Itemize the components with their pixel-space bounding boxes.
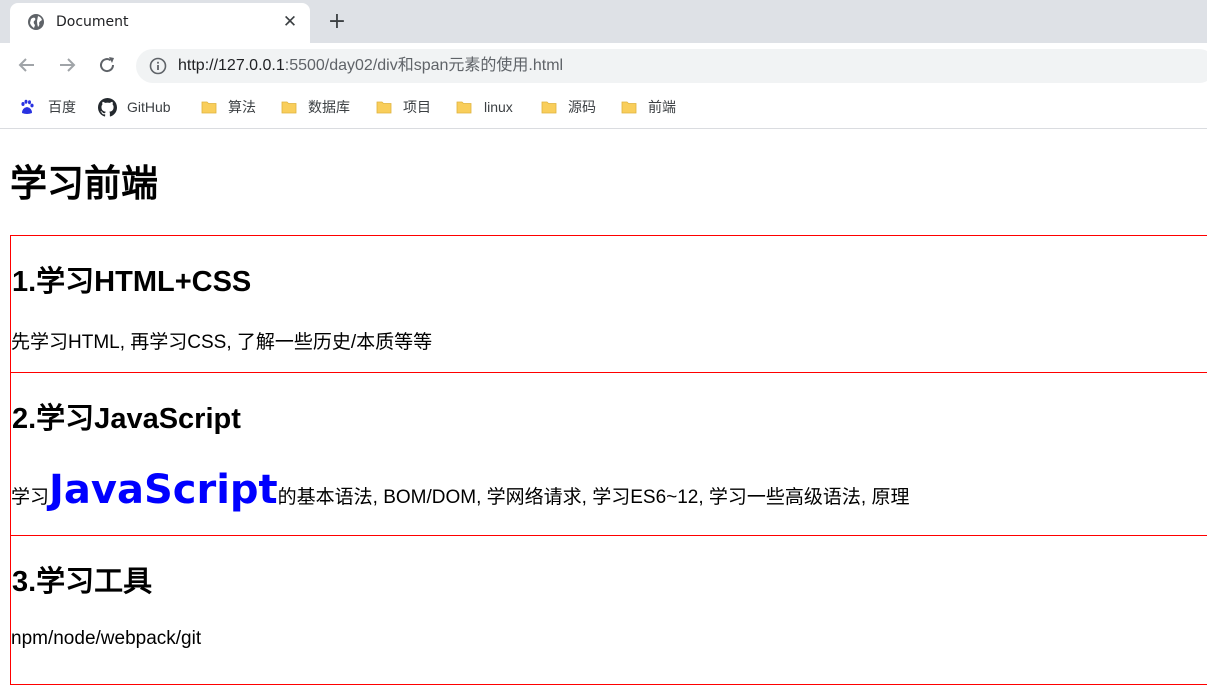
tab-strip: Document ✕ + — [0, 0, 1207, 43]
url-host: http://127.0.0.1 — [178, 57, 285, 74]
bookmark-baidu[interactable]: 百度 — [19, 96, 76, 118]
javascript-highlight: JavaScript — [49, 467, 278, 513]
bookmark-label: 百度 — [48, 99, 76, 115]
text-before: 学习 — [11, 487, 50, 508]
bookmark-label: 数据库 — [308, 99, 350, 115]
forward-arrow-icon — [60, 58, 76, 72]
bookmark-label: linux — [484, 99, 513, 115]
page-title: 学习前端 — [10, 162, 158, 205]
url-text[interactable]: http://127.0.0.1:5500/day02/div和span元素的使… — [178, 56, 563, 76]
forward-button[interactable] — [56, 54, 78, 76]
bookmark-folder-projects[interactable]: 项目 — [376, 96, 431, 118]
url-path: :5500/day02/div和span元素的使用.html — [284, 57, 564, 74]
section-heading: 2.学习JavaScript — [12, 403, 241, 435]
reload-icon — [100, 57, 115, 73]
info-icon[interactable] — [149, 57, 167, 75]
bookmark-label: 项目 — [403, 99, 431, 115]
section-text: 先学习HTML, 再学习CSS, 了解一些历史/本质等等 — [11, 332, 433, 353]
new-tab-button[interactable]: + — [326, 11, 348, 33]
bookmark-label: 前端 — [648, 99, 676, 115]
bookmark-folder-database[interactable]: 数据库 — [281, 96, 350, 118]
tab-document[interactable]: Document ✕ — [10, 3, 310, 43]
back-button[interactable] — [16, 54, 38, 76]
folder-icon — [376, 101, 392, 114]
bookmark-folder-linux[interactable]: linux — [456, 96, 513, 118]
folder-icon — [456, 101, 472, 114]
folder-icon — [621, 101, 637, 114]
section-text: 学习JavaScript的基本语法, BOM/DOM, 学网络请求, 学习ES6… — [11, 467, 910, 513]
bookmark-label: GitHub — [127, 99, 171, 115]
folder-icon — [281, 101, 297, 114]
address-bar[interactable]: http://127.0.0.1:5500/day02/div和span元素的使… — [136, 49, 1207, 83]
bookmark-github[interactable]: GitHub — [98, 96, 171, 118]
back-arrow-icon — [18, 58, 34, 72]
bookmark-label: 算法 — [228, 99, 256, 115]
close-icon[interactable]: ✕ — [281, 12, 299, 32]
page-content: 学习前端 1.学习HTML+CSS 先学习HTML, 再学习CSS, 了解一些历… — [0, 129, 1207, 685]
bookmark-label: 源码 — [568, 99, 596, 115]
bookmark-folder-algorithms[interactable]: 算法 — [201, 96, 256, 118]
baidu-icon — [21, 99, 34, 114]
globe-icon — [28, 14, 44, 30]
toolbar: http://127.0.0.1:5500/day02/div和span元素的使… — [0, 43, 1207, 87]
section-javascript: 2.学习JavaScript 学习JavaScript的基本语法, BOM/DO… — [10, 372, 1207, 536]
text-after: 的基本语法, BOM/DOM, 学网络请求, 学习ES6~12, 学习一些高级语… — [277, 487, 910, 508]
folder-icon — [201, 101, 217, 114]
bookmarks-bar: 百度 GitHub 算法 数据库 项目 linux 源码 前端 — [0, 87, 1207, 129]
bookmark-folder-source[interactable]: 源码 — [541, 96, 596, 118]
bookmark-folder-frontend[interactable]: 前端 — [621, 96, 676, 118]
reload-button[interactable] — [96, 54, 118, 76]
github-icon — [98, 97, 117, 117]
section-heading: 3.学习工具 — [12, 566, 153, 598]
section-heading: 1.学习HTML+CSS — [12, 266, 252, 298]
tab-title: Document — [56, 14, 129, 30]
folder-icon — [541, 101, 557, 114]
section-text: npm/node/webpack/git — [11, 628, 202, 649]
section-tools: 3.学习工具 npm/node/webpack/git — [10, 535, 1207, 685]
section-html-css: 1.学习HTML+CSS 先学习HTML, 再学习CSS, 了解一些历史/本质等… — [10, 235, 1207, 373]
